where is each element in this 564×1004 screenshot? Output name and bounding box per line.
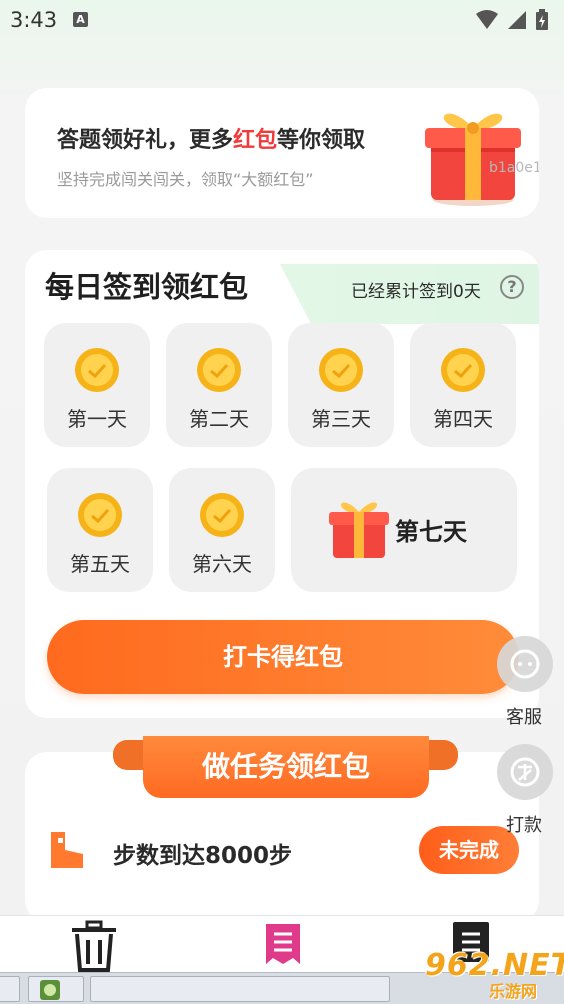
banner-title-post: 等你领取 xyxy=(277,128,366,153)
tasks-card: 做任务领红包 步数到达8000步 未完成 xyxy=(25,736,539,922)
watermark-logo: 962.NET 乐游网 xyxy=(425,948,564,1002)
coin-icon xyxy=(200,493,244,537)
day-label: 第二天 xyxy=(189,407,249,431)
banner-title-highlight: 红包 xyxy=(233,128,278,153)
punch-in-button[interactable]: 打卡得红包 xyxy=(47,620,519,694)
status-time: 3:43 xyxy=(10,8,58,32)
day-label: 第三天 xyxy=(311,407,371,431)
notification-badge: A xyxy=(73,12,88,27)
banner-subtitle: 坚持完成闯关闯关，领取“大额红包” xyxy=(57,170,314,189)
wifi-icon xyxy=(476,10,498,29)
checkin-card: 每日签到领红包 已经累计签到0天 ? 第一天 第二天 第三天 第四天 第五天 第… xyxy=(25,250,539,718)
payout-label: 打款 xyxy=(506,815,542,836)
taskbar-app-button[interactable] xyxy=(28,976,84,1002)
status-icons xyxy=(476,9,548,30)
day-2[interactable]: 第二天 xyxy=(166,323,272,447)
status-bar: 3:43 A xyxy=(0,0,564,38)
day-label: 第六天 xyxy=(192,552,252,576)
day-1[interactable]: 第一天 xyxy=(44,323,150,447)
banner-code: b1a0e15 xyxy=(489,160,539,176)
customer-service-button[interactable] xyxy=(497,636,553,692)
app-icon xyxy=(40,980,60,1000)
day-5[interactable]: 第五天 xyxy=(47,468,153,592)
day-7[interactable]: 第七天 xyxy=(291,468,517,592)
boot-icon xyxy=(51,832,83,868)
banner-title: 答题领好礼，更多红包等你领取 xyxy=(57,122,365,154)
day-label: 第七天 xyxy=(395,518,467,546)
watermark-sub: 乐游网 xyxy=(489,982,538,1001)
checkin-count: 已经累计签到0天 xyxy=(351,282,481,302)
task-label: 步数到达8000步 xyxy=(113,843,293,869)
coin-icon xyxy=(197,348,241,392)
payout-button[interactable] xyxy=(497,744,553,800)
task-status-button[interactable]: 未完成 xyxy=(419,826,519,874)
checkin-title: 每日签到领红包 xyxy=(45,270,249,304)
day-6[interactable]: 第六天 xyxy=(169,468,275,592)
day-label: 第一天 xyxy=(67,407,127,431)
signal-icon xyxy=(508,11,526,29)
day-3[interactable]: 第三天 xyxy=(288,323,394,447)
payment-icon xyxy=(510,757,540,787)
coin-icon xyxy=(319,348,363,392)
customer-service-label: 客服 xyxy=(506,707,542,728)
headset-icon xyxy=(510,649,540,679)
nav-receipt[interactable] xyxy=(222,916,342,976)
banner-title-pre: 答题领好礼，更多 xyxy=(57,128,234,153)
day-label: 第五天 xyxy=(70,552,130,576)
gift-box-icon xyxy=(425,113,521,206)
help-icon[interactable]: ? xyxy=(500,275,524,299)
battery-icon xyxy=(536,9,548,30)
coin-icon xyxy=(441,348,485,392)
day-4[interactable]: 第四天 xyxy=(410,323,516,447)
tasks-header: 做任务领红包 xyxy=(143,736,429,798)
nav-trash[interactable] xyxy=(34,916,154,976)
day-label: 第四天 xyxy=(433,407,493,431)
quiz-banner-card[interactable]: 答题领好礼，更多红包等你领取 坚持完成闯关闯关，领取“大额红包” b1a0e15 xyxy=(25,88,539,218)
coin-icon xyxy=(75,348,119,392)
receipt-icon xyxy=(266,924,300,964)
taskbar-window-button[interactable] xyxy=(90,976,390,1002)
coin-icon xyxy=(78,493,122,537)
trash-icon xyxy=(72,920,116,972)
gift-icon xyxy=(329,502,389,558)
taskbar-start-button[interactable] xyxy=(0,976,20,1002)
